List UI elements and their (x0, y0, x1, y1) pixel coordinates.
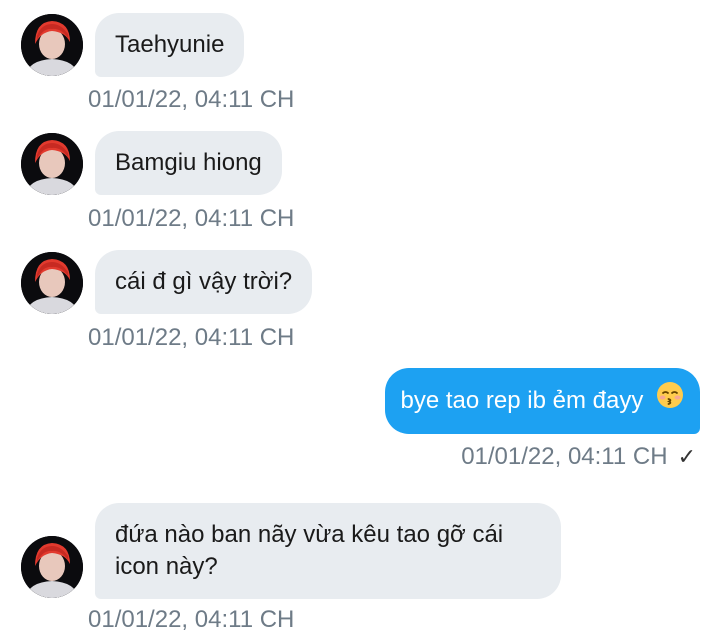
message-text: bye tao rep ib ẻm đayy (400, 387, 644, 414)
message-text: cái đ gì vậy trời? (115, 268, 293, 295)
message-timestamp: 01/01/22, 04:11 CH (88, 86, 295, 113)
timestamp-text: 01/01/22, 04:11 CH (461, 443, 668, 470)
outgoing-message-bubble[interactable]: bye tao rep ib ẻm đayy (384, 368, 700, 434)
message-text: Taehyunie (115, 31, 225, 58)
message-timestamp: 01/01/22, 04:11 CH (88, 606, 295, 633)
message-text-line: đứa nào ban nãy vừa kêu tao gỡ cái (115, 521, 504, 548)
message-timestamp: 01/01/22, 04:11 CH (88, 205, 295, 232)
kissing-face-with-closed-eyes-icon (656, 381, 684, 418)
message-text: Bamgiu hiong (115, 149, 262, 176)
incoming-message-bubble[interactable]: cái đ gì vậy trời? (95, 250, 313, 314)
sender-avatar[interactable] (21, 133, 83, 195)
sender-avatar[interactable] (21, 14, 83, 76)
sender-avatar[interactable] (21, 252, 83, 314)
incoming-message-bubble[interactable]: đứa nào ban nãy vừa kêu tao gỡ cái icon … (95, 503, 561, 599)
incoming-message-bubble[interactable]: Taehyunie (95, 13, 245, 77)
incoming-message-bubble[interactable]: Bamgiu hiong (95, 131, 282, 195)
sender-avatar[interactable] (21, 536, 83, 598)
message-timestamp: 01/01/22, 04:11 CH (88, 324, 295, 351)
sent-check-icon: ✓ (677, 444, 696, 469)
message-timestamp: 01/01/22, 04:11 CH ✓ (461, 443, 696, 471)
message-text-line: icon này? (115, 553, 218, 580)
message-thread: Taehyunie 01/01/22, 04:11 CH Bamgiu hion… (0, 0, 720, 636)
